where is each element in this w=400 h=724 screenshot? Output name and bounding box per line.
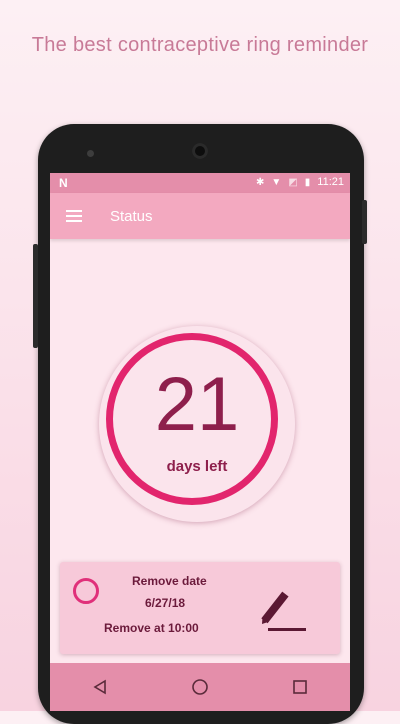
remove-date-value: 6/27/18	[145, 596, 186, 610]
phone-sensor	[87, 150, 94, 157]
recents-square-icon	[293, 680, 307, 694]
notification-icon: N	[59, 176, 68, 190]
phone-side-button-lower	[33, 244, 38, 348]
home-circle-icon	[192, 679, 208, 695]
battery-icon: ▮	[304, 176, 311, 188]
status-icons: ✱ ▼ ◩ ▮ 11:21	[256, 176, 344, 188]
remove-time-label: Remove at 10:00	[104, 621, 199, 635]
ring-status-icon	[73, 578, 99, 604]
clock: 11:21	[317, 176, 344, 188]
phone-front-camera	[192, 143, 208, 159]
app-title: Status	[110, 208, 153, 225]
edit-pencil-icon[interactable]	[250, 580, 308, 634]
promo-headline: The best contraceptive ring reminder	[31, 34, 369, 56]
phone-side-button-upper	[362, 200, 367, 244]
phone-screen: N ✱ ▼ ◩ ▮ 11:21 Status 21 days left Remo…	[50, 173, 350, 711]
back-triangle-icon	[93, 679, 106, 695]
recents-nav-button[interactable]	[280, 667, 320, 707]
back-nav-button[interactable]	[80, 667, 120, 707]
status-bar: N ✱ ▼ ◩ ▮ 11:21	[50, 173, 350, 193]
home-nav-button[interactable]	[180, 667, 220, 707]
bluetooth-icon: ✱	[256, 176, 265, 188]
hamburger-menu-icon[interactable]	[66, 210, 82, 222]
wifi-icon: ▼	[271, 176, 282, 188]
app-bar: Status	[50, 193, 350, 239]
signal-icon: ◩	[288, 176, 298, 188]
days-left-label: days left	[166, 458, 228, 475]
remove-date-title: Remove date	[132, 574, 207, 588]
days-left-number: 21	[154, 362, 240, 447]
navigation-bar	[50, 663, 350, 711]
removal-card: Remove date 6/27/18 Remove at 10:00	[60, 562, 340, 654]
